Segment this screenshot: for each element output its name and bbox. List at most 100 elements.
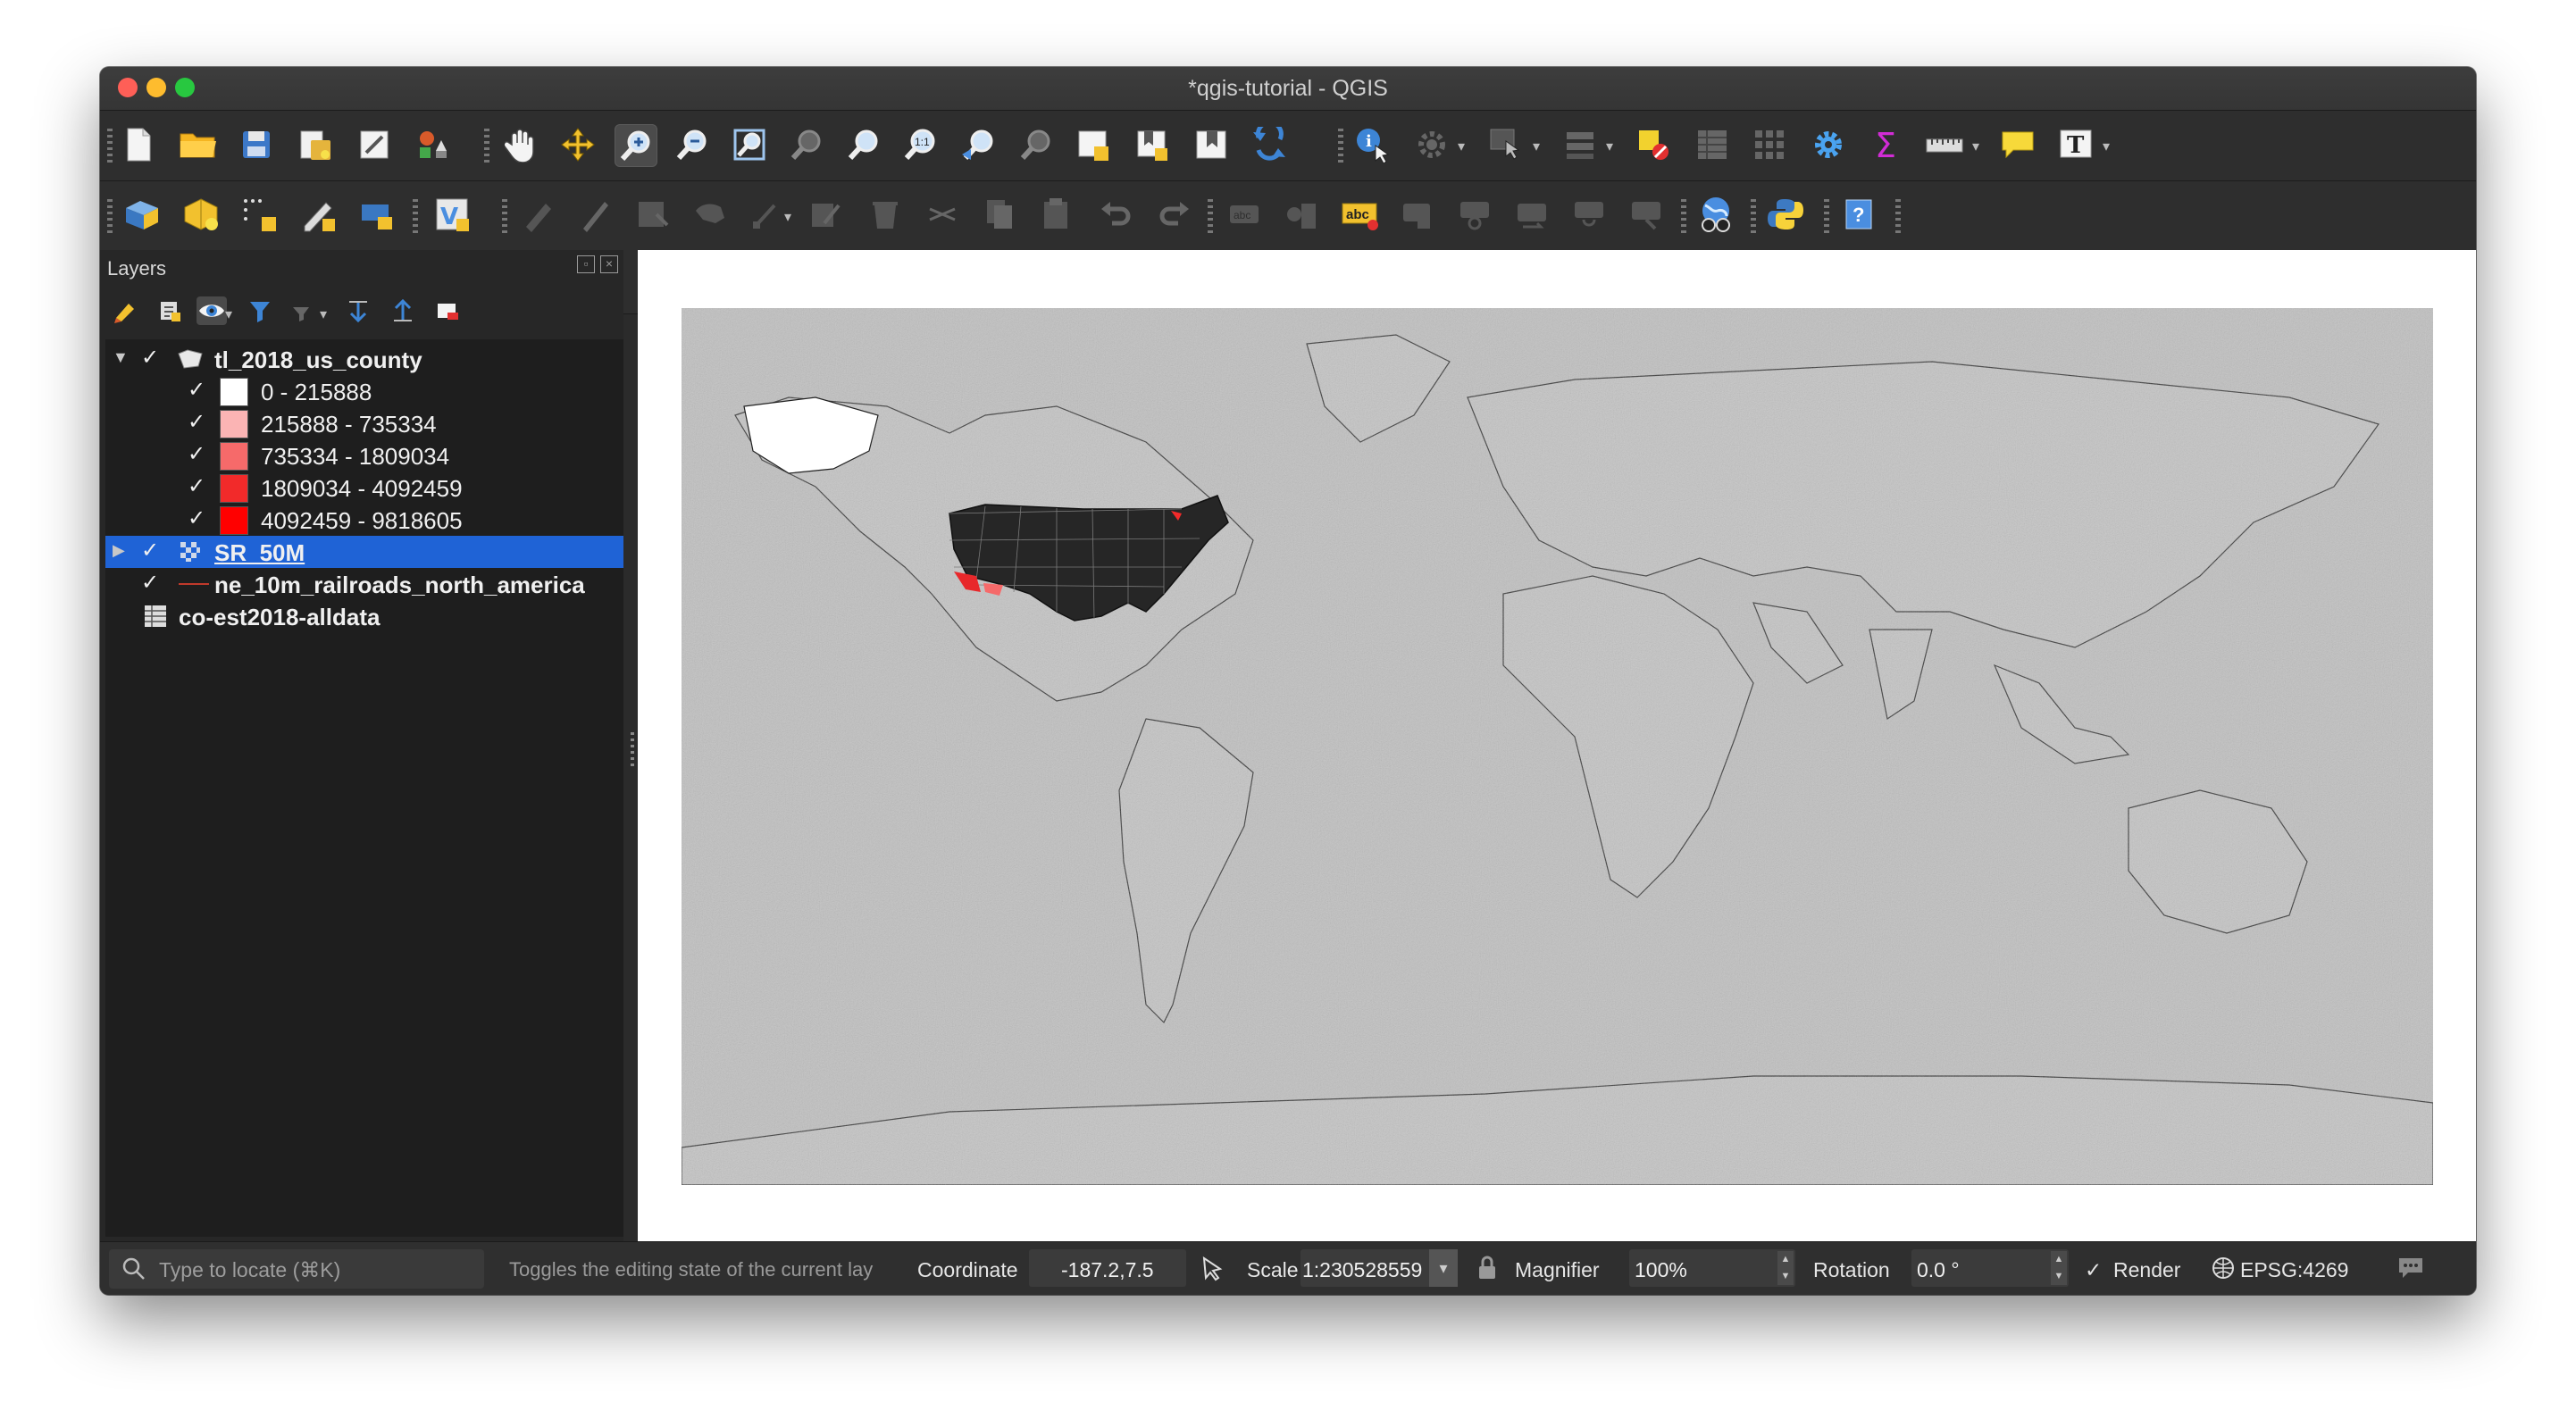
toggle-extents-icon[interactable] bbox=[1199, 1255, 1225, 1287]
toolbar-grip[interactable] bbox=[1824, 199, 1829, 235]
refresh-icon[interactable] bbox=[1249, 124, 1290, 165]
data-source-manager-icon[interactable] bbox=[121, 194, 163, 235]
label-tool-icon[interactable]: abc bbox=[1224, 194, 1265, 235]
scale-combobox[interactable]: 1:230528559 ▾ bbox=[1301, 1249, 1458, 1287]
filter-legend-icon[interactable] bbox=[245, 296, 275, 325]
layer-tree[interactable]: ▼ ✓ tl_2018_us_county ✓ 0 - 215888 ✓ 215… bbox=[105, 339, 623, 1237]
field-calculator-icon[interactable] bbox=[1749, 124, 1790, 165]
toolbar-grip[interactable] bbox=[502, 199, 507, 235]
spinbox-arrows[interactable]: ▲ ▼ bbox=[1777, 1251, 1794, 1285]
zoom-to-selection-icon[interactable] bbox=[786, 124, 827, 165]
python-console-icon[interactable] bbox=[1765, 194, 1806, 235]
pan-icon[interactable] bbox=[500, 124, 541, 165]
toggle-editing-icon[interactable] bbox=[575, 194, 616, 235]
add-virtual-layer-icon[interactable]: V bbox=[432, 194, 473, 235]
legend-checkbox[interactable]: ✓ bbox=[188, 441, 205, 467]
legend-item[interactable]: ✓ 4092459 - 9818605 bbox=[105, 504, 623, 536]
rotation-spinbox[interactable]: 0.0 ° ▲ ▼ bbox=[1911, 1249, 2069, 1287]
layer-item[interactable]: ▼ ✓ tl_2018_us_county bbox=[105, 343, 623, 375]
panel-splitter[interactable] bbox=[631, 732, 634, 768]
map-view[interactable] bbox=[682, 308, 2433, 1185]
layer-item[interactable]: co-est2018-alldata bbox=[105, 600, 623, 632]
float-panel-icon[interactable]: ▫ bbox=[577, 255, 595, 273]
toolbar-grip[interactable] bbox=[107, 129, 113, 164]
deselect-icon[interactable] bbox=[1633, 124, 1674, 165]
statistics-icon[interactable]: Σ bbox=[1867, 124, 1908, 165]
filter-by-expression-icon[interactable] bbox=[288, 296, 318, 325]
spinbox-arrows[interactable]: ▲ ▼ bbox=[2051, 1251, 2067, 1285]
zoom-in-icon[interactable] bbox=[615, 124, 657, 167]
delete-selected-icon[interactable] bbox=[865, 194, 906, 235]
layer-visibility-checkbox[interactable]: ✓ bbox=[141, 345, 159, 371]
toolbar-grip[interactable] bbox=[413, 199, 418, 235]
toolbar-grip[interactable] bbox=[107, 199, 113, 235]
layer-labeling-icon[interactable] bbox=[1281, 194, 1322, 235]
add-feature-icon[interactable] bbox=[690, 194, 731, 235]
collapse-arrow-icon[interactable]: ▼ bbox=[113, 348, 129, 367]
move-label-icon[interactable] bbox=[1454, 194, 1495, 235]
new-project-icon[interactable] bbox=[118, 124, 159, 165]
crs-globe-icon[interactable] bbox=[2212, 1256, 2235, 1285]
legend-item[interactable]: ✓ 215888 - 735334 bbox=[105, 407, 623, 439]
toolbar-grip[interactable] bbox=[1338, 129, 1343, 164]
identify-icon[interactable]: i bbox=[1352, 124, 1393, 165]
new-map-view-icon[interactable] bbox=[1074, 124, 1115, 165]
expand-all-icon[interactable] bbox=[343, 296, 373, 325]
label-toggle-icon[interactable] bbox=[1626, 194, 1667, 235]
locator-bar[interactable]: Type to locate (⌘K) bbox=[109, 1249, 484, 1289]
zoom-out-icon[interactable] bbox=[672, 124, 713, 165]
help-icon[interactable]: ? bbox=[1838, 194, 1879, 235]
layer-item[interactable]: ✓ ne_10m_railroads_north_america bbox=[105, 568, 623, 600]
chevron-down-icon[interactable]: ▾ bbox=[320, 305, 327, 323]
save-project-icon[interactable] bbox=[236, 124, 277, 165]
open-layer-styling-icon[interactable] bbox=[111, 296, 141, 325]
measure-icon[interactable] bbox=[1924, 124, 1965, 165]
messages-icon[interactable] bbox=[2396, 1255, 2426, 1287]
crs-label[interactable]: EPSG:4269 bbox=[2240, 1258, 2348, 1282]
legend-item[interactable]: ✓ 735334 - 1809034 bbox=[105, 439, 623, 471]
undo-icon[interactable] bbox=[1095, 194, 1136, 235]
toolbar-grip[interactable] bbox=[1208, 199, 1213, 235]
layer-visibility-checkbox[interactable]: ✓ bbox=[141, 570, 159, 596]
style-manager-icon[interactable] bbox=[413, 124, 454, 165]
vertex-tool-icon[interactable] bbox=[747, 194, 788, 235]
toolbar-grip[interactable] bbox=[1895, 199, 1901, 235]
select-by-value-icon[interactable] bbox=[1561, 124, 1602, 165]
zoom-full-icon[interactable] bbox=[729, 124, 770, 165]
open-project-icon[interactable] bbox=[177, 124, 218, 165]
legend-checkbox[interactable]: ✓ bbox=[188, 473, 205, 499]
plugin-globe-icon[interactable] bbox=[1695, 194, 1736, 235]
legend-checkbox[interactable]: ✓ bbox=[188, 409, 205, 435]
change-label-icon[interactable] bbox=[1568, 194, 1610, 235]
copy-features-icon[interactable] bbox=[979, 194, 1020, 235]
expand-arrow-icon[interactable]: ▶ bbox=[113, 541, 125, 560]
legend-item[interactable]: ✓ 0 - 215888 bbox=[105, 375, 623, 407]
select-features-icon[interactable] bbox=[1486, 124, 1527, 165]
map-tips-icon[interactable] bbox=[1997, 124, 2038, 165]
remove-layer-icon[interactable] bbox=[432, 296, 463, 325]
map-canvas[interactable] bbox=[638, 250, 2476, 1241]
rotate-label-icon[interactable] bbox=[1511, 194, 1552, 235]
collapse-all-icon[interactable] bbox=[388, 296, 418, 325]
print-layout-icon[interactable] bbox=[354, 124, 395, 165]
magnifier-spinbox[interactable]: 100% ▲ ▼ bbox=[1629, 1249, 1795, 1287]
layer-visibility-checkbox[interactable]: ✓ bbox=[141, 538, 159, 563]
zoom-last-icon[interactable] bbox=[958, 124, 999, 165]
chevron-down-icon[interactable]: ▾ bbox=[225, 305, 232, 323]
manage-map-themes-icon[interactable] bbox=[197, 296, 227, 325]
lock-scale-icon[interactable] bbox=[1476, 1255, 1499, 1287]
chevron-down-icon[interactable]: ▾ bbox=[1533, 138, 1540, 155]
new-bookmark-icon[interactable] bbox=[1133, 124, 1174, 165]
toolbar-grip[interactable] bbox=[484, 129, 489, 164]
save-as-icon[interactable] bbox=[295, 124, 336, 165]
legend-checkbox[interactable]: ✓ bbox=[188, 377, 205, 403]
chevron-down-icon[interactable]: ▾ bbox=[1458, 138, 1465, 155]
pin-labels-icon[interactable]: abc bbox=[1340, 194, 1381, 235]
paste-features-icon[interactable] bbox=[1036, 194, 1077, 235]
attribute-table-icon[interactable] bbox=[1692, 124, 1733, 165]
render-checkbox[interactable]: ✓ bbox=[2085, 1258, 2102, 1282]
coordinate-field[interactable]: -187.2,7.5 bbox=[1029, 1249, 1186, 1287]
modify-attributes-icon[interactable] bbox=[806, 194, 847, 235]
new-geopackage-icon[interactable] bbox=[180, 194, 222, 235]
add-group-icon[interactable] bbox=[155, 296, 186, 325]
